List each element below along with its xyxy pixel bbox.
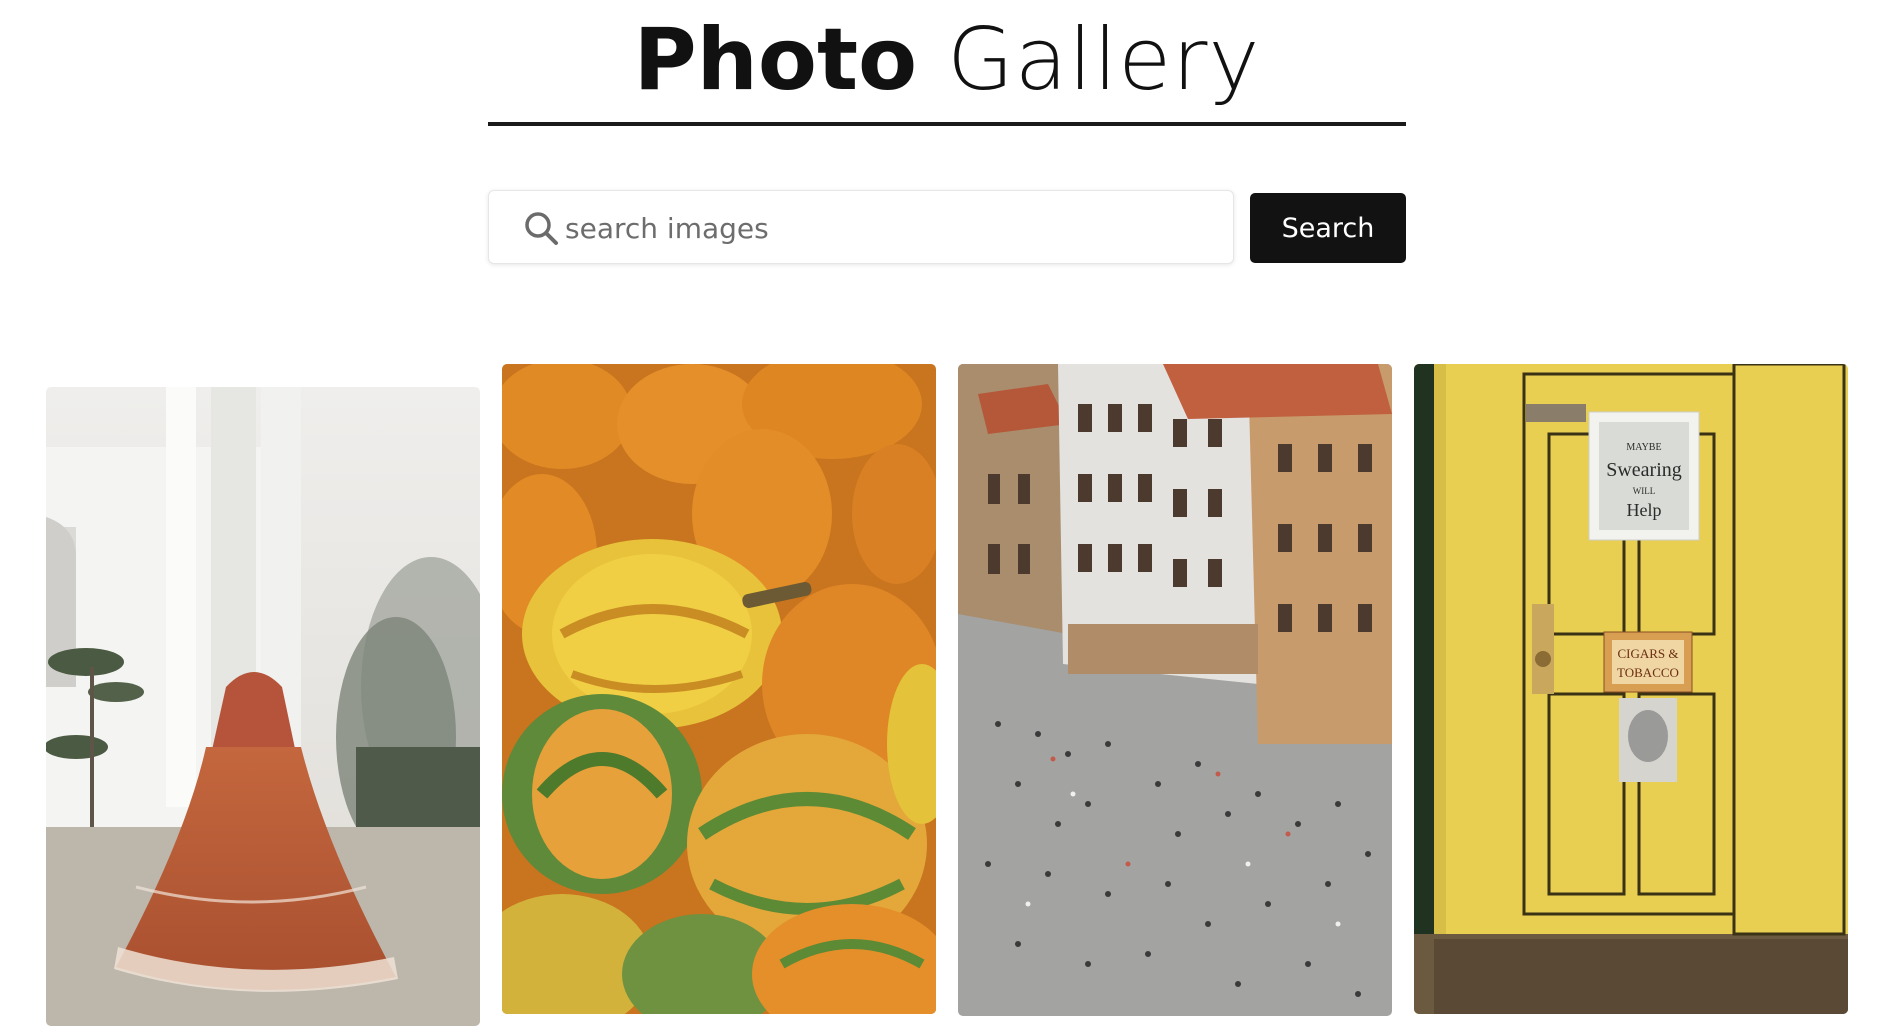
title-light-part: Gallery	[947, 10, 1261, 110]
poster-text-line: Help	[1627, 500, 1662, 520]
gallery-image-bride[interactable]	[46, 387, 480, 1026]
search-button[interactable]: Search	[1250, 193, 1406, 263]
photo-gallery-page: Photo Gallery Search	[0, 0, 1881, 1026]
poster-text-line: MAYBE	[1626, 442, 1661, 453]
poster-text-line: WILL	[1633, 486, 1656, 496]
search-bar: Search	[488, 190, 1406, 266]
gallery-image-squash[interactable]	[502, 364, 936, 1014]
search-field[interactable]	[488, 190, 1234, 264]
gallery-image-city-square[interactable]	[958, 364, 1392, 1016]
page-title: Photo Gallery	[488, 0, 1406, 110]
sign-text-line: TOBACCO	[1617, 665, 1679, 680]
search-input[interactable]	[563, 205, 1207, 251]
search-icon	[523, 210, 559, 246]
gallery-image-yellow-door[interactable]: MAYBE Swearing WILL Help CIGARS & TOBACCO	[1414, 364, 1848, 1014]
image-gallery: MAYBE Swearing WILL Help CIGARS & TOBACCO	[0, 0, 1881, 1026]
page-header: Photo Gallery	[488, 0, 1406, 126]
title-bold-part: Photo	[633, 10, 918, 110]
poster-text-line: Swearing	[1606, 459, 1682, 481]
sign-text-line: CIGARS &	[1617, 646, 1678, 661]
